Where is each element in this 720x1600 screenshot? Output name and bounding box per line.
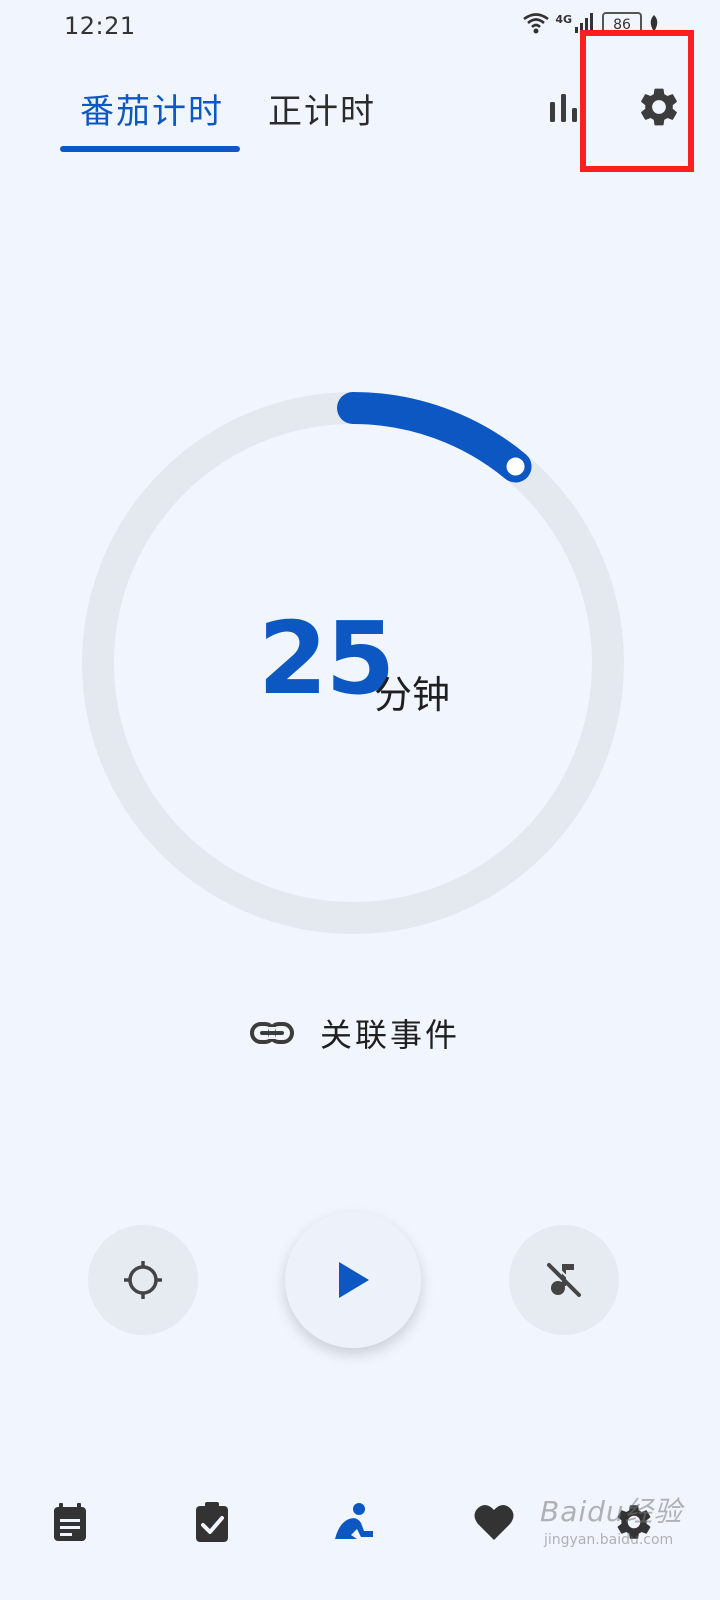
play-button[interactable] bbox=[285, 1212, 421, 1348]
link-event-button[interactable]: 关联事件 bbox=[250, 1010, 460, 1056]
link-icon bbox=[250, 1022, 294, 1044]
heart-icon bbox=[474, 1504, 514, 1540]
tab-pomodoro[interactable]: 番茄计时 bbox=[80, 84, 224, 133]
watermark: Baidu经验 bbox=[540, 1495, 683, 1528]
tab-indicator bbox=[60, 146, 240, 152]
status-time: 12:21 bbox=[64, 12, 136, 40]
timer-minutes: 25 bbox=[258, 600, 395, 717]
nav-favorites[interactable] bbox=[468, 1496, 520, 1548]
focus-mode-button[interactable] bbox=[88, 1225, 198, 1335]
crosshair-icon bbox=[124, 1261, 162, 1299]
link-event-label: 关联事件 bbox=[320, 1016, 461, 1054]
notes-icon bbox=[54, 1503, 86, 1541]
stats-icon[interactable] bbox=[548, 90, 582, 124]
nav-checklist[interactable] bbox=[186, 1496, 238, 1548]
dial-handle[interactable] bbox=[506, 457, 525, 476]
annotation-highlight-box bbox=[580, 30, 694, 172]
meditation-icon bbox=[335, 1503, 373, 1539]
wifi-icon bbox=[523, 13, 550, 34]
tab-count-up[interactable]: 正计时 bbox=[268, 84, 376, 133]
watermark-url: jingyan.baidu.com bbox=[544, 1532, 674, 1548]
play-icon bbox=[339, 1262, 369, 1298]
clipboard-check-icon bbox=[196, 1502, 228, 1542]
nav-focus[interactable] bbox=[328, 1496, 380, 1548]
dial-progress-arc bbox=[337, 392, 532, 483]
white-noise-button[interactable] bbox=[509, 1225, 619, 1335]
nav-schedule[interactable] bbox=[44, 1496, 96, 1548]
network-type: 4G bbox=[555, 12, 572, 26]
timer-unit: 分钟 bbox=[374, 673, 451, 717]
music-off-icon bbox=[547, 1261, 583, 1297]
